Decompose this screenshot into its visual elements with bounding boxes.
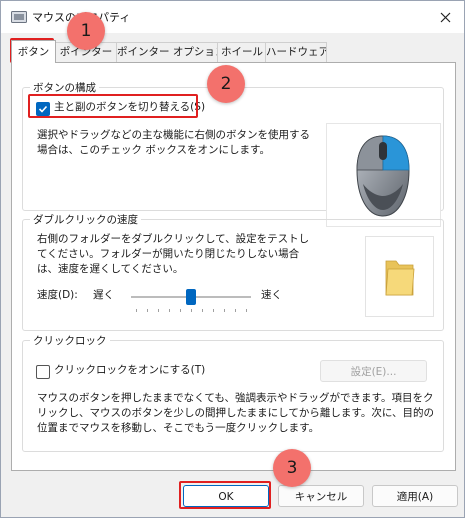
step-badge-2: 2 (207, 65, 245, 103)
slider-tick (235, 309, 236, 312)
slider-tick (213, 309, 214, 312)
step-badge-1: 1 (67, 12, 105, 50)
click-lock-group: クリックロック クリックロックをオンにする(T) 設定(E)... マウスのボタ… (22, 333, 444, 452)
test-folder[interactable] (365, 236, 434, 317)
click-lock-settings-button[interactable]: 設定(E)... (320, 360, 427, 382)
tab-buttons[interactable]: ボタン (11, 40, 56, 63)
ok-highlight-box (179, 481, 271, 509)
slider-tick (224, 309, 225, 312)
apply-button[interactable]: 適用(A) (372, 485, 458, 507)
slow-label: 遅く (93, 289, 114, 301)
speed-label: 速度(D): (37, 289, 78, 301)
slider-tick (136, 309, 137, 312)
mouse-properties-icon (11, 11, 27, 23)
close-icon (440, 12, 450, 22)
button-config-label: ボタンの構成 (30, 80, 99, 95)
close-button[interactable] (430, 5, 460, 29)
slider-tick (147, 309, 148, 312)
double-click-group: ダブルクリックの速度 右側のフォルダーをダブルクリックして、設定をテストしてくだ… (22, 212, 444, 331)
double-click-description: 右側のフォルダーをダブルクリックして、設定をテストしてください。フォルダーが開い… (37, 233, 310, 275)
slider-tick (180, 309, 181, 312)
slider-tick (202, 309, 203, 312)
double-click-label: ダブルクリックの速度 (30, 212, 141, 227)
swap-description: 選択やドラッグなどの主な機能に右側のボタンを使用する場合は、このチェック ボック… (37, 129, 310, 156)
mouse-preview (326, 123, 441, 227)
tab-pointer-options[interactable]: ポインター オプション (116, 42, 219, 62)
tab-hardware[interactable]: ハードウェア (265, 42, 327, 62)
slider-tick (246, 309, 247, 312)
tab-panel: ボタンの構成 主と副のボタンを切り替える(S) 選択やドラッグなどの主な機能に右… (11, 62, 456, 471)
checkbox-highlight-box (28, 94, 198, 118)
mouse-illustration-icon (356, 135, 410, 217)
click-lock-checkbox[interactable] (36, 365, 50, 379)
tab-wheel[interactable]: ホイール (217, 42, 267, 62)
double-click-speed-slider[interactable] (131, 288, 251, 314)
click-lock-checkbox-label[interactable]: クリックロックをオンにする(T) (54, 363, 205, 378)
click-lock-description: マウスのボタンを押したままでなくても、強調表示やドラッグができます。項目をクリッ… (37, 392, 435, 434)
slider-tick (158, 309, 159, 312)
fast-label: 速く (261, 289, 282, 301)
slider-tick (191, 309, 192, 312)
step-badge-3: 3 (273, 449, 311, 487)
folder-icon (385, 260, 415, 296)
slider-tick (169, 309, 170, 312)
slider-thumb[interactable] (186, 289, 196, 305)
cancel-button[interactable]: キャンセル (278, 485, 364, 507)
click-lock-label: クリックロック (30, 333, 110, 348)
